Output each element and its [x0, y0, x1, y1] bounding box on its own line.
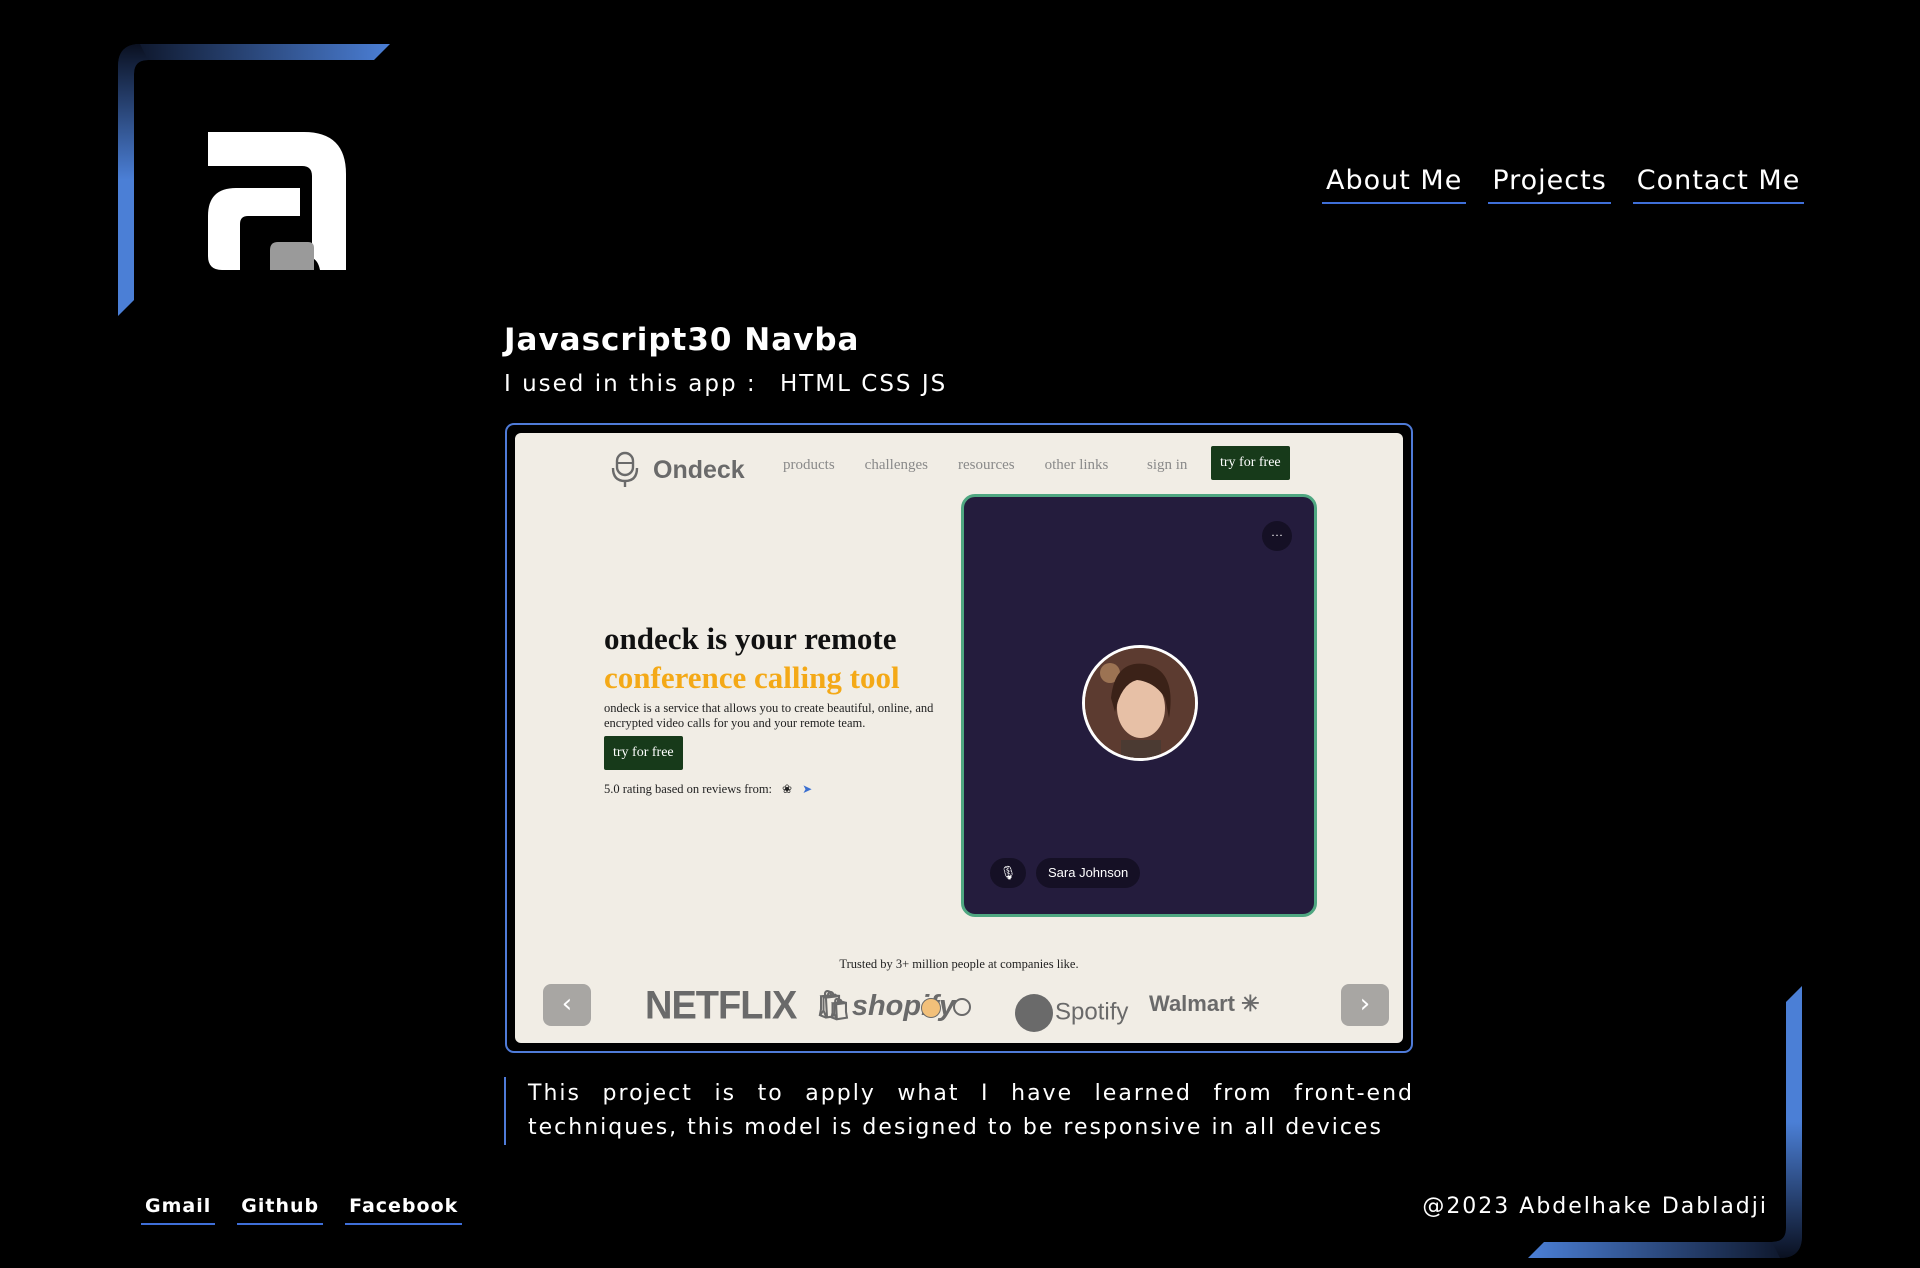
ondeck-rating-text: 5.0 rating based on reviews from:: [604, 782, 773, 796]
send-icon: ➤: [802, 782, 813, 796]
project-description: This project is to apply what I have lea…: [504, 1077, 1414, 1145]
ondeck-site-name: Ondeck: [653, 455, 745, 484]
microphone-icon: [611, 451, 639, 487]
project-title: Javascript30 Navba: [504, 322, 860, 358]
ondeck-try-top-button: try for free: [1211, 446, 1290, 480]
participant-name: Sara Johnson: [1036, 858, 1141, 888]
ondeck-nav-challenges: challenges: [864, 457, 928, 473]
mute-mic-icon: 🎙: [990, 858, 1026, 888]
tech-label: I used in this app :: [504, 371, 757, 397]
ondeck-nav-resources: resources: [957, 457, 1015, 473]
walmart-spark-icon: ✳: [1241, 991, 1260, 1016]
ondeck-subtext: ondeck is a service that allows you to c…: [604, 701, 934, 730]
ondeck-preview: Ondeck products challenges resources oth…: [515, 433, 1403, 1043]
spotify-icon: [1015, 994, 1053, 1032]
footer-link-github[interactable]: Github: [237, 1193, 324, 1225]
spotify-logo: Spotify: [1015, 994, 1128, 1032]
nav-contact-me[interactable]: Contact Me: [1632, 164, 1805, 204]
nav-about-me[interactable]: About Me: [1322, 164, 1467, 204]
carousel-next-button[interactable]: ›: [1341, 984, 1389, 1026]
ondeck-try-button: try for free: [604, 736, 683, 770]
footer-links: Gmail Github Facebook: [141, 1193, 463, 1225]
a-monogram-logo[interactable]: [208, 132, 348, 272]
walmart-logo: Walmart ✳: [1149, 991, 1260, 1016]
footer-link-gmail[interactable]: Gmail: [141, 1193, 216, 1225]
footer-link-facebook[interactable]: Facebook: [345, 1193, 463, 1225]
ondeck-trusted-text: Trusted by 3+ million people at companie…: [839, 957, 1079, 971]
ondeck-headline-1: ondeck is your remote: [604, 621, 897, 656]
tech-list: HTML CSS JS: [779, 371, 948, 397]
ondeck-signin: sign in: [1147, 457, 1188, 473]
netflix-logo: NETFLIX: [645, 983, 797, 1029]
ondeck-nav: products challenges resources other link…: [783, 457, 1108, 474]
nav-projects[interactable]: Projects: [1488, 164, 1611, 204]
shopping-bag-icon: 🛍: [815, 990, 852, 1022]
ondeck-nav-other-links: other links: [1044, 457, 1109, 473]
ondeck-headline-2: conference calling tool: [604, 660, 900, 695]
copyright: @2023 Abdelhake Dabladji: [1422, 1194, 1768, 1219]
carousel-dot-active[interactable]: [921, 998, 941, 1018]
main-nav: About Me Projects Contact Me: [1322, 164, 1805, 204]
ondeck-logo: Ondeck: [611, 451, 745, 489]
tech-line: I used in this app : HTML CSS JS: [504, 368, 947, 400]
ondeck-video-card: ··· 🎙 Sara Johnson: [961, 494, 1317, 917]
more-menu-icon: ···: [1262, 521, 1292, 551]
avatar: [1082, 645, 1198, 761]
project-screenshot[interactable]: Ondeck products challenges resources oth…: [505, 423, 1413, 1053]
review-site-icon: ❀: [782, 782, 793, 796]
ondeck-rating: 5.0 rating based on reviews from: ❀ ➤: [604, 782, 812, 797]
carousel-dot[interactable]: [953, 998, 971, 1016]
carousel-prev-button[interactable]: ‹: [543, 984, 591, 1026]
ondeck-nav-products: products: [783, 457, 835, 473]
